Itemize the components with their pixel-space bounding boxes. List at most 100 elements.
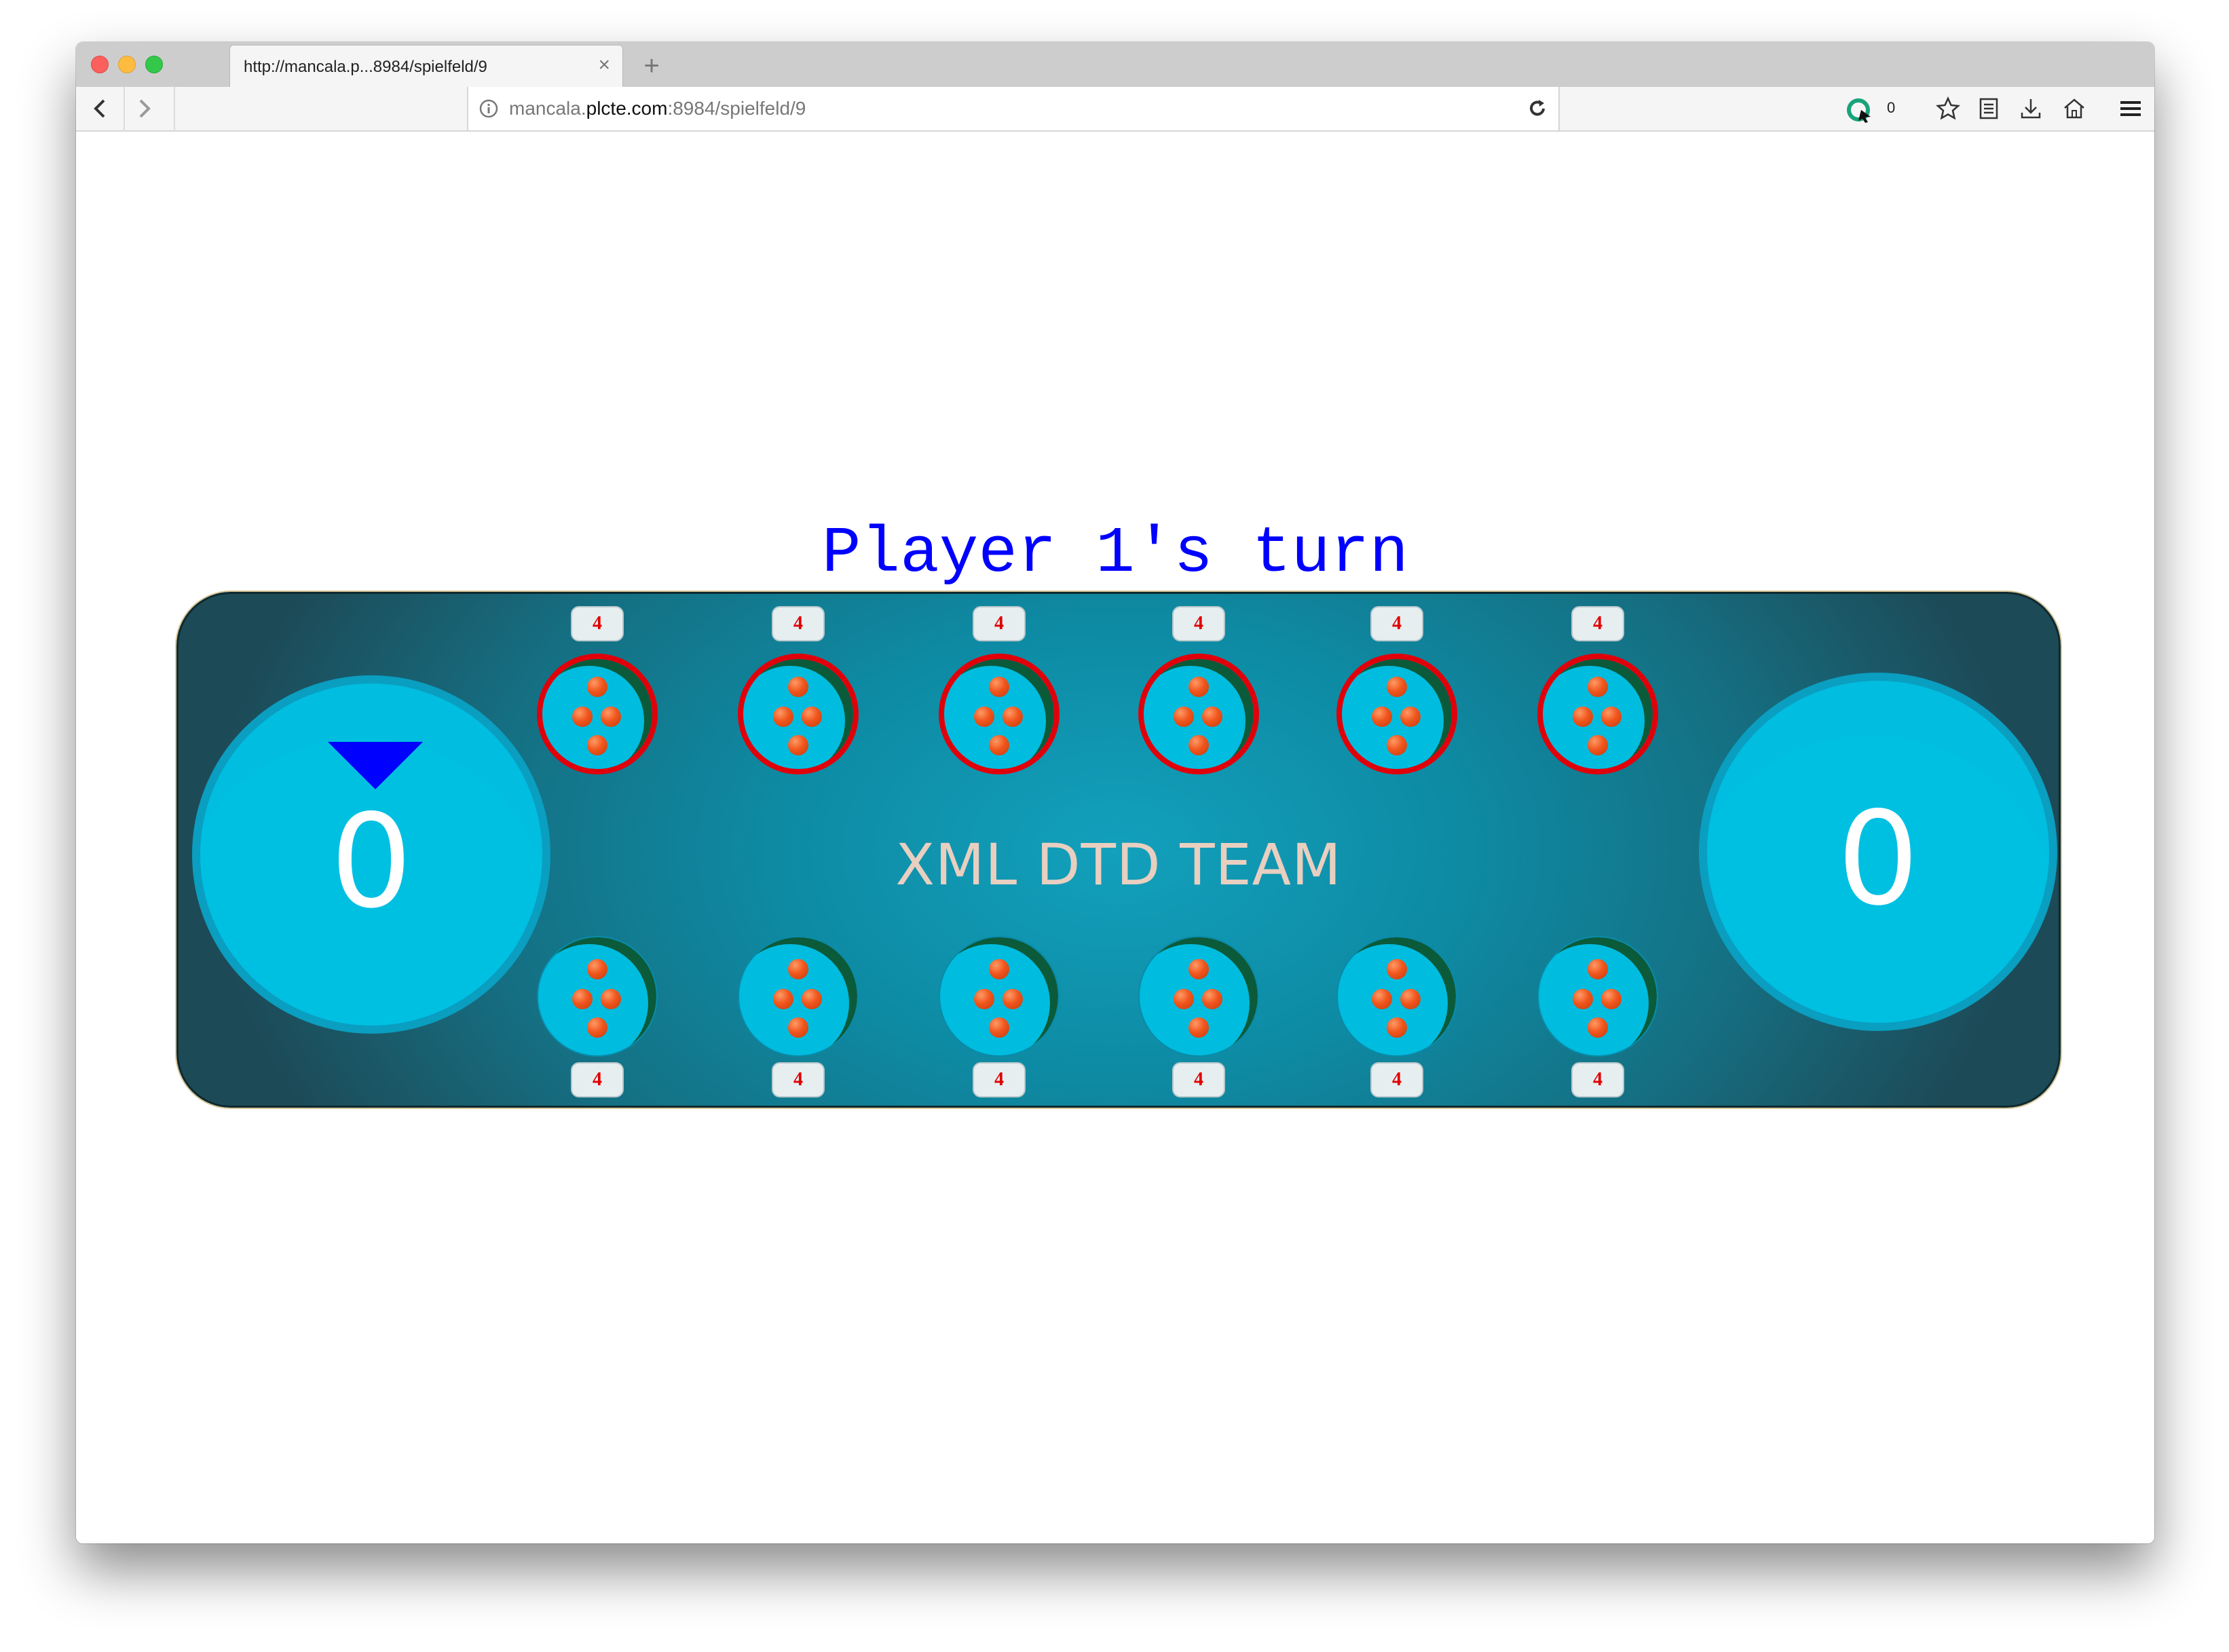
seed bbox=[773, 989, 793, 1009]
pit-count-top-5: 4 bbox=[1370, 606, 1423, 641]
seed bbox=[1387, 1017, 1407, 1038]
url-prefix: mancala. bbox=[509, 98, 586, 119]
seed bbox=[1188, 735, 1209, 755]
pit-count-bottom-3: 4 bbox=[973, 1062, 1026, 1097]
pit-bottom-6 bbox=[1537, 936, 1658, 1057]
seed bbox=[1174, 989, 1194, 1009]
extension-count: 0 bbox=[1887, 99, 1896, 116]
close-window-button[interactable] bbox=[91, 56, 109, 73]
tab-title: http://mancala.p...8984/spielfeld/9 bbox=[244, 58, 487, 76]
seed bbox=[1003, 989, 1023, 1009]
seed bbox=[1387, 959, 1407, 979]
pit-count-top-4: 4 bbox=[1172, 606, 1225, 641]
seed bbox=[1387, 735, 1407, 755]
seed bbox=[1573, 989, 1593, 1009]
seed bbox=[572, 707, 593, 727]
extension-icon[interactable] bbox=[1846, 96, 1873, 124]
seed bbox=[601, 989, 621, 1009]
seed bbox=[1400, 989, 1421, 1009]
seed bbox=[1588, 959, 1608, 979]
seed bbox=[587, 677, 607, 697]
zoom-window-button[interactable] bbox=[145, 56, 163, 73]
pit-top-4[interactable] bbox=[1138, 654, 1259, 774]
store-player-1: 0 bbox=[192, 675, 550, 1034]
seed bbox=[1372, 707, 1392, 727]
minimize-window-button[interactable] bbox=[118, 56, 136, 73]
download-icon[interactable] bbox=[2019, 96, 2043, 121]
pit-count-top-1: 4 bbox=[571, 606, 624, 641]
info-icon[interactable] bbox=[478, 98, 500, 119]
seed bbox=[601, 707, 621, 727]
pit-count-bottom-2: 4 bbox=[772, 1062, 825, 1097]
pit-top-6[interactable] bbox=[1537, 654, 1658, 774]
pit-top-5[interactable] bbox=[1336, 654, 1457, 774]
seed bbox=[1588, 735, 1608, 755]
bookmark-star-icon[interactable] bbox=[1936, 96, 1960, 121]
seed bbox=[587, 1017, 607, 1038]
url-domain: plcte.com bbox=[586, 98, 668, 119]
pit-count-top-3: 4 bbox=[973, 606, 1026, 641]
seed bbox=[1588, 677, 1608, 697]
pit-top-2[interactable] bbox=[738, 654, 859, 774]
seed bbox=[974, 989, 994, 1009]
pit-bottom-1 bbox=[537, 936, 658, 1057]
seed bbox=[1573, 707, 1593, 727]
tab-bar: http://mancala.p...8984/spielfeld/9 × + bbox=[76, 42, 2154, 87]
reload-icon[interactable] bbox=[1527, 98, 1548, 119]
seed bbox=[1601, 989, 1622, 1009]
pit-count-top-6: 4 bbox=[1571, 606, 1624, 641]
url-path: :8984/spielfeld/9 bbox=[667, 98, 806, 119]
seed bbox=[788, 959, 808, 979]
pit-bottom-4 bbox=[1138, 936, 1259, 1057]
pit-top-3[interactable] bbox=[939, 654, 1060, 774]
pit-top-1[interactable] bbox=[537, 654, 658, 774]
pit-count-top-2: 4 bbox=[772, 606, 825, 641]
tab-active[interactable]: http://mancala.p...8984/spielfeld/9 × bbox=[229, 45, 623, 87]
tab-close-icon[interactable]: × bbox=[598, 55, 610, 75]
seed bbox=[587, 735, 607, 755]
seed bbox=[1188, 677, 1209, 697]
seed bbox=[989, 959, 1009, 979]
hamburger-menu-icon[interactable] bbox=[2119, 96, 2142, 121]
seed bbox=[1387, 677, 1407, 697]
pit-count-bottom-1: 4 bbox=[571, 1062, 624, 1097]
pit-count-bottom-5: 4 bbox=[1370, 1062, 1423, 1097]
store-count-left: 0 bbox=[330, 786, 413, 937]
seed bbox=[788, 1017, 808, 1038]
back-button[interactable] bbox=[80, 92, 119, 125]
seed bbox=[1003, 707, 1023, 727]
url-bar[interactable]: mancala.plcte.com:8984/spielfeld/9 bbox=[467, 87, 1560, 130]
url-text[interactable]: mancala.plcte.com:8984/spielfeld/9 bbox=[509, 98, 806, 119]
seed bbox=[1588, 1017, 1608, 1038]
seed bbox=[1188, 1017, 1209, 1038]
seed bbox=[773, 707, 793, 727]
seed bbox=[1174, 707, 1194, 727]
chevron-right-icon bbox=[139, 99, 151, 118]
forward-button[interactable] bbox=[125, 92, 164, 125]
store-player-2: 0 bbox=[1699, 673, 2057, 1031]
browser-window: http://mancala.p...8984/spielfeld/9 × + … bbox=[76, 42, 2154, 1543]
seed bbox=[1202, 707, 1222, 727]
pit-bottom-5 bbox=[1336, 936, 1457, 1057]
pit-count-bottom-4: 4 bbox=[1172, 1062, 1225, 1097]
seed bbox=[989, 1017, 1009, 1038]
turn-status: Player 1's turn bbox=[821, 517, 1409, 590]
seed bbox=[989, 735, 1009, 755]
seed bbox=[1601, 707, 1622, 727]
seed bbox=[1188, 959, 1209, 979]
seed bbox=[989, 677, 1009, 697]
pit-count-bottom-6: 4 bbox=[1571, 1062, 1624, 1097]
nav-divider bbox=[174, 87, 175, 132]
seed bbox=[974, 707, 994, 727]
seed bbox=[587, 959, 607, 979]
chevron-left-icon bbox=[94, 99, 105, 118]
seed bbox=[802, 989, 822, 1009]
nav-bar: mancala.plcte.com:8984/spielfeld/9 0 bbox=[76, 87, 2154, 132]
turn-indicator-arrow bbox=[328, 742, 423, 789]
reader-list-icon[interactable] bbox=[1977, 96, 2001, 121]
pit-bottom-2 bbox=[738, 936, 859, 1057]
home-icon[interactable] bbox=[2062, 96, 2086, 121]
new-tab-button[interactable]: + bbox=[631, 48, 672, 84]
pit-bottom-3 bbox=[939, 936, 1060, 1057]
seed bbox=[1372, 989, 1392, 1009]
